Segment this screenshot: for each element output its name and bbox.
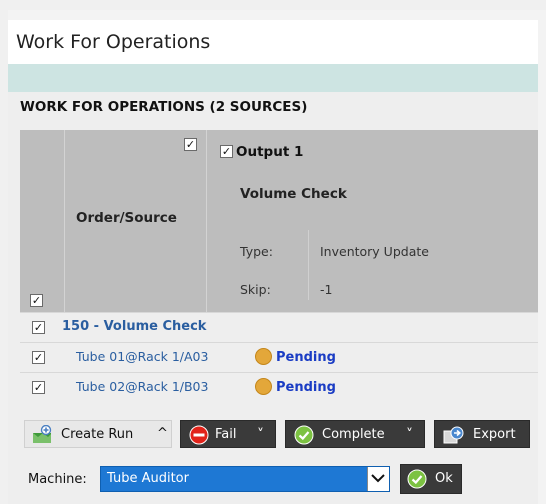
fail-label: Fail — [215, 427, 237, 442]
export-label: Export — [473, 427, 516, 442]
table-row[interactable]: ✓ Tube 01@Rack 1/A03 Pending — [20, 342, 538, 372]
complete-button[interactable]: Complete ˅ — [285, 420, 425, 448]
column-divider — [64, 130, 65, 312]
select-all-checkbox[interactable]: ✓ — [30, 294, 43, 307]
skip-value: -1 — [320, 282, 333, 297]
export-button[interactable]: Export — [434, 420, 530, 448]
source-link[interactable]: Tube 02@Rack 1/B03 — [76, 379, 208, 394]
work-for-operations-window: Work For Operations WORK FOR OPERATIONS … — [8, 20, 538, 504]
fail-icon — [189, 425, 209, 456]
kv-divider — [308, 230, 309, 300]
window-title: Work For Operations — [16, 31, 211, 53]
dropdown-arrow-icon[interactable] — [367, 467, 389, 491]
ok-check-icon — [407, 469, 427, 493]
chevron-down-icon: ˅ — [406, 427, 413, 443]
machine-label: Machine: — [28, 472, 87, 487]
complete-label: Complete — [322, 427, 385, 442]
export-icon — [443, 425, 465, 456]
fail-button[interactable]: Fail ˅ — [180, 420, 276, 448]
order-column-checkbox[interactable]: ✓ — [184, 138, 197, 151]
caret-up-icon: ^ — [157, 426, 168, 441]
create-run-label: Create Run — [61, 427, 134, 442]
type-value: Inventory Update — [320, 244, 429, 259]
column-divider — [206, 130, 207, 312]
action-toolbar: Create Run ^ Fail ˅ Complete ˅ Export — [20, 414, 538, 454]
row-checkbox[interactable]: ✓ — [32, 351, 45, 364]
status-label: Pending — [276, 380, 336, 395]
chevron-down-icon: ˅ — [257, 427, 264, 443]
header-band — [8, 64, 538, 92]
table-row[interactable]: ✓ Tube 02@Rack 1/B03 Pending — [20, 372, 538, 402]
group-label[interactable]: 150 - Volume Check — [62, 319, 206, 334]
order-source-header: Order/Source — [76, 210, 177, 226]
group-row[interactable]: ✓ 150 - Volume Check — [20, 312, 538, 342]
grid-header: ✓ ✓ Order/Source ✓ Output 1 Volume Check… — [20, 130, 538, 312]
ok-label: Ok — [435, 471, 453, 486]
group-checkbox[interactable]: ✓ — [32, 321, 45, 334]
operation-name: Volume Check — [240, 186, 347, 202]
complete-check-icon — [294, 425, 314, 456]
add-run-icon — [31, 424, 53, 456]
pending-status-icon — [255, 348, 272, 365]
machine-selected-value: Tube Auditor — [107, 471, 189, 486]
output-checkbox[interactable]: ✓ — [220, 145, 233, 158]
machine-select[interactable]: Tube Auditor — [100, 466, 390, 492]
source-link[interactable]: Tube 01@Rack 1/A03 — [76, 349, 208, 364]
work-panel: WORK FOR OPERATIONS (2 SOURCES) ✓ ✓ Orde… — [8, 92, 538, 504]
output-header: Output 1 — [236, 144, 304, 160]
status-label: Pending — [276, 350, 336, 365]
pending-status-icon — [255, 378, 272, 395]
skip-key: Skip: — [240, 282, 271, 297]
create-run-button[interactable]: Create Run ^ — [24, 420, 172, 448]
type-key: Type: — [240, 244, 273, 259]
machine-bar: Machine: Tube Auditor Ok — [20, 456, 538, 504]
row-checkbox[interactable]: ✓ — [32, 381, 45, 394]
section-title: WORK FOR OPERATIONS (2 SOURCES) — [20, 99, 308, 115]
ok-button[interactable]: Ok — [400, 464, 462, 494]
